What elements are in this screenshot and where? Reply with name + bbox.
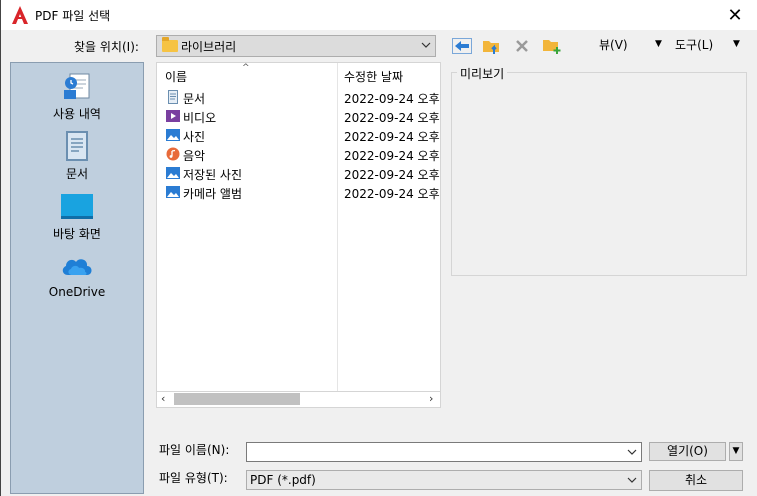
file-name: 음악 xyxy=(183,149,206,163)
scrollbar-thumb[interactable] xyxy=(174,393,300,405)
file-name-label: 파일 이름(N): xyxy=(159,443,230,457)
tools-menu-arrow-icon[interactable]: ▼ xyxy=(733,39,740,49)
tools-menu[interactable]: 도구(L) xyxy=(675,36,713,53)
view-menu[interactable]: 뷰(V) xyxy=(599,36,628,53)
chevron-down-icon xyxy=(421,42,431,48)
file-name: 비디오 xyxy=(183,111,217,125)
sort-ascending-icon: ^ xyxy=(242,63,250,73)
chevron-down-icon xyxy=(627,477,637,483)
file-type-value: PDF (*.pdf) xyxy=(250,473,316,487)
close-button[interactable]: ✕ xyxy=(712,0,757,30)
music-icon xyxy=(166,147,180,161)
place-label: OneDrive xyxy=(48,285,106,299)
file-row[interactable]: 비디오 2022-09-24 오후 xyxy=(157,107,440,126)
file-row[interactable]: 문서 2022-09-24 오후 xyxy=(157,88,440,107)
delete-icon[interactable] xyxy=(512,37,532,55)
place-label: 바탕 화면 xyxy=(53,227,101,241)
file-name-input[interactable] xyxy=(246,442,642,462)
up-folder-icon[interactable] xyxy=(482,37,502,55)
file-type-dropdown[interactable]: PDF (*.pdf) xyxy=(246,470,642,490)
file-name: 사진 xyxy=(183,130,206,144)
look-in-label: 찾을 위치(I): xyxy=(74,40,139,54)
video-icon xyxy=(166,110,180,122)
preview-label: 미리보기 xyxy=(457,65,508,82)
documents-icon xyxy=(168,90,178,104)
file-date: 2022-09-24 오후 xyxy=(344,187,440,201)
file-date: 2022-09-24 오후 xyxy=(344,168,440,182)
view-menu-arrow-icon[interactable]: ▼ xyxy=(655,39,662,49)
file-name: 문서 xyxy=(183,92,206,106)
documents-icon xyxy=(60,129,94,163)
desktop-icon xyxy=(60,189,94,223)
cancel-button[interactable]: 취소 xyxy=(649,470,743,491)
place-label: 사용 내역 xyxy=(53,107,101,121)
preview-pane xyxy=(451,72,747,276)
library-folder-icon xyxy=(162,37,178,52)
pictures-icon xyxy=(166,129,180,141)
column-header-name[interactable]: 이름 xyxy=(165,68,187,85)
back-arrow-icon[interactable] xyxy=(452,37,472,55)
open-dropdown-arrow-icon[interactable]: ▼ xyxy=(729,442,743,461)
autocad-app-icon xyxy=(12,6,28,24)
scroll-left-icon[interactable]: ‹ xyxy=(161,392,165,405)
pictures-icon xyxy=(166,186,180,198)
file-dialog: PDF 파일 선택 ✕ 찾을 위치(I): 라이브러리 뷰(V) ▼ 도구(L)… xyxy=(0,0,757,496)
place-desktop[interactable]: 바탕 화면 xyxy=(11,189,143,242)
window-title: PDF 파일 선택 xyxy=(35,9,111,23)
chevron-down-icon[interactable] xyxy=(627,447,637,457)
horizontal-scrollbar[interactable]: ‹ › xyxy=(156,392,441,408)
file-date: 2022-09-24 오후 xyxy=(344,92,440,106)
file-row[interactable]: 사진 2022-09-24 오후 xyxy=(157,126,440,145)
onedrive-icon xyxy=(60,249,94,283)
look-in-dropdown[interactable]: 라이브러리 xyxy=(156,35,436,57)
look-in-value: 라이브러리 xyxy=(181,40,237,54)
pictures-icon xyxy=(166,167,180,179)
place-history[interactable]: 사용 내역 xyxy=(11,69,143,122)
place-onedrive[interactable]: OneDrive xyxy=(11,249,143,299)
file-date: 2022-09-24 오후 xyxy=(344,149,440,163)
scroll-right-icon[interactable]: › xyxy=(429,392,433,405)
file-type-label: 파일 유형(T): xyxy=(159,471,228,485)
place-documents[interactable]: 문서 xyxy=(11,129,143,182)
file-list: 이름 ^ 수정한 날짜 문서 2022-09-24 오후 비디오 2022-09… xyxy=(156,62,441,392)
file-row[interactable]: 카메라 앨범 2022-09-24 오후 xyxy=(157,183,440,202)
new-folder-icon[interactable] xyxy=(542,37,562,55)
file-name: 저장된 사진 xyxy=(183,168,243,182)
file-row[interactable]: 음악 2022-09-24 오후 xyxy=(157,145,440,164)
place-label: 문서 xyxy=(65,167,89,181)
file-date: 2022-09-24 오후 xyxy=(344,130,440,144)
title-bar: PDF 파일 선택 ✕ xyxy=(1,0,757,30)
file-date: 2022-09-24 오후 xyxy=(344,111,440,125)
history-icon xyxy=(60,69,94,103)
places-bar: 사용 내역 문서 바탕 화면 OneDrive xyxy=(10,62,144,494)
file-name: 카메라 앨범 xyxy=(183,187,243,201)
column-header-date[interactable]: 수정한 날짜 xyxy=(344,68,403,85)
file-row[interactable]: 저장된 사진 2022-09-24 오후 xyxy=(157,164,440,183)
open-button[interactable]: 열기(O) xyxy=(649,442,726,461)
